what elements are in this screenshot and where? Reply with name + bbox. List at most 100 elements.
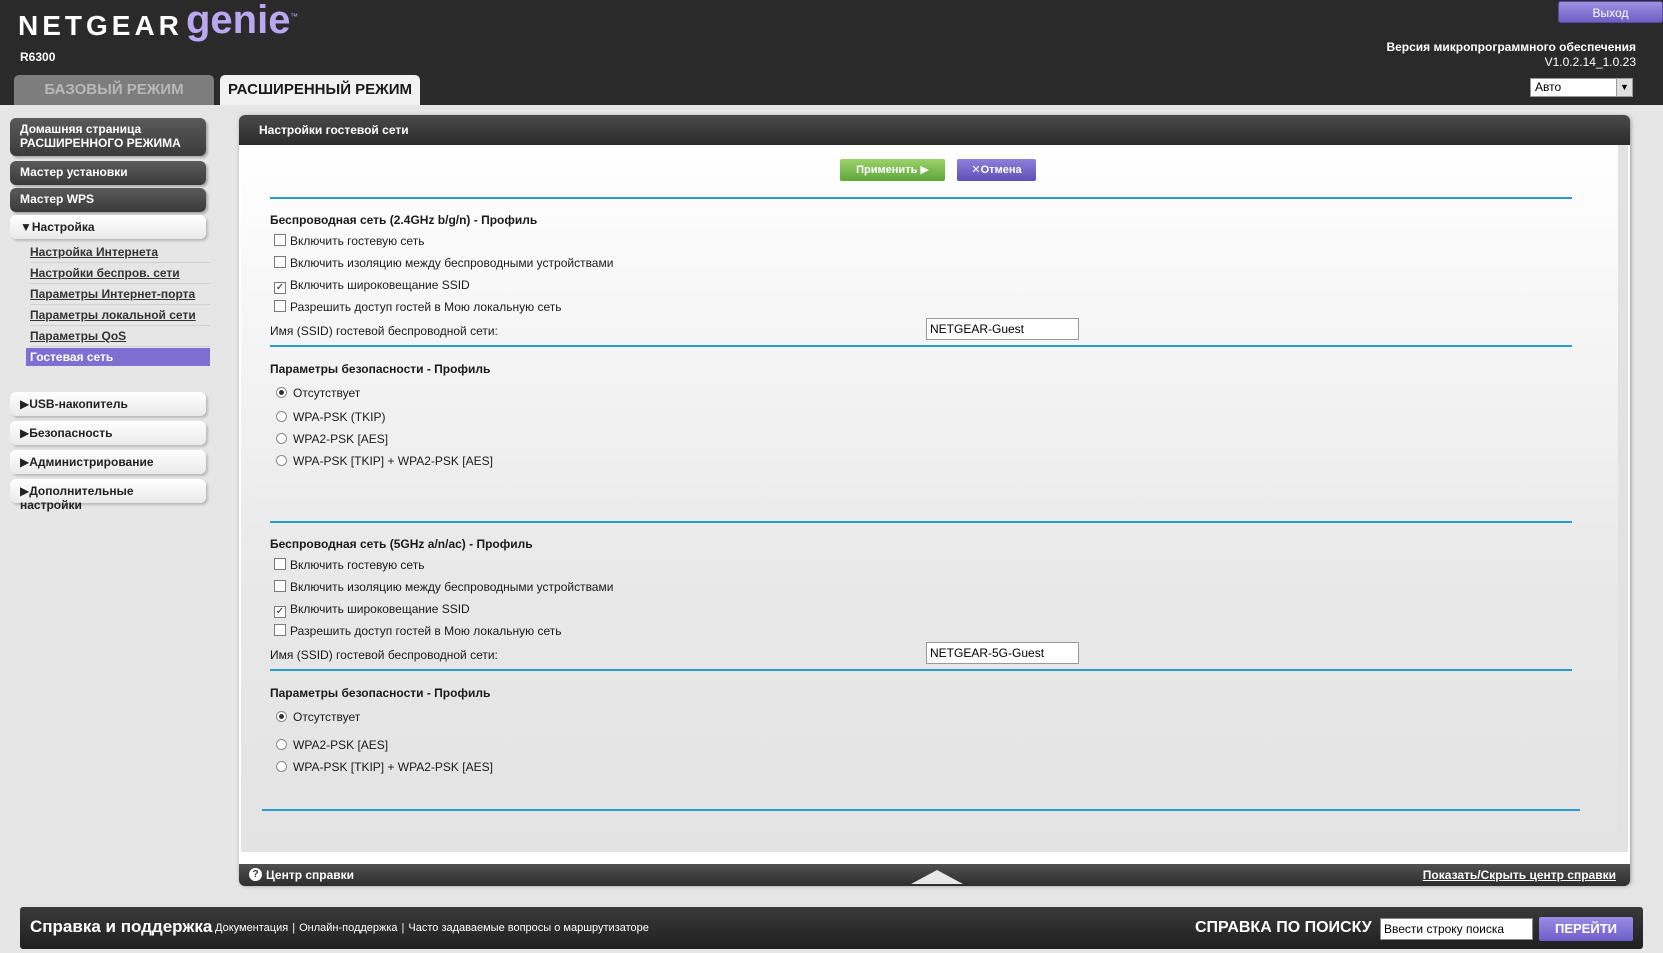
sidebar-item-security[interactable]: ▶Безопасность <box>10 421 206 445</box>
band24-security-title: Параметры безопасности - Профиль <box>270 362 491 376</box>
band5-security-none-row[interactable]: Отсутствует <box>276 710 360 726</box>
band5-isolation-row[interactable]: Включить изоляцию между беспроводными ус… <box>274 580 613 596</box>
band24-security-mixed-row[interactable]: WPA-PSK [TKIP] + WPA2-PSK [AES] <box>276 454 493 470</box>
sidebar-item-advanced-settings-label: Дополнительные настройки <box>20 484 134 512</box>
band5-security-wpa2-label: WPA2-PSK [AES] <box>293 738 389 752</box>
band5-local-access-checkbox[interactable] <box>274 624 286 636</box>
sidebar-item-qos[interactable]: Параметры QoS <box>30 326 210 347</box>
sidebar-item-usb[interactable]: ▶USB-накопитель <box>10 392 206 416</box>
band24-local-access-row[interactable]: Разрешить доступ гостей в Мою локальную … <box>274 300 562 316</box>
band5-enable-guest-row[interactable]: Включить гостевую сеть <box>274 558 424 574</box>
band24-ssid-broadcast-label: Включить широковещание SSID <box>290 278 470 292</box>
cancel-button[interactable]: ✕Отмена <box>957 159 1036 181</box>
sidebar-item-setup[interactable]: ▼Настройка <box>10 215 206 239</box>
sidebar-item-lan-settings[interactable]: Параметры локальной сети <box>30 305 210 326</box>
sidebar-item-internet-setup[interactable]: Настройка Интернета <box>30 242 210 263</box>
band24-ssid-broadcast-row[interactable]: ✓ Включить широковещание SSID <box>274 278 470 294</box>
language-select-value: Авто <box>1535 80 1562 94</box>
help-toggle-link[interactable]: Показать/Скрыть центр справки <box>1423 868 1616 882</box>
band24-ssid-broadcast-checkbox[interactable]: ✓ <box>274 282 286 294</box>
band24-ssid-input[interactable]: NETGEAR-Guest <box>926 318 1079 340</box>
sidebar-item-administration[interactable]: ▶Администрирование <box>10 450 206 474</box>
band5-enable-guest-checkbox[interactable] <box>274 558 286 570</box>
band24-security-none-row[interactable]: Отсутствует <box>276 386 360 402</box>
section-divider <box>270 197 1572 199</box>
panel-body: Применить ▶ ✕Отмена Беспроводная сеть (2… <box>241 145 1618 852</box>
band5-ssid-input[interactable]: NETGEAR-5G-Guest <box>926 642 1079 664</box>
section-divider <box>270 669 1572 671</box>
online-support-link[interactable]: Онлайн-поддержка <box>299 922 397 934</box>
apply-button[interactable]: Применить ▶ <box>840 159 945 181</box>
search-input[interactable]: Ввести строку поиска <box>1380 918 1533 940</box>
band24-isolation-row[interactable]: Включить изоляцию между беспроводными ус… <box>274 256 613 272</box>
sidebar-item-usb-label: USB-накопитель <box>29 397 128 411</box>
band24-isolation-checkbox[interactable] <box>274 256 286 268</box>
sidebar-item-wps-wizard[interactable]: Мастер WPS <box>10 188 206 212</box>
band24-local-access-label: Разрешить доступ гостей в Мою локальную … <box>290 300 562 314</box>
band5-ssid-broadcast-checkbox[interactable]: ✓ <box>274 606 286 618</box>
band5-security-wpa2-radio[interactable] <box>276 739 287 750</box>
band24-section-title: Беспроводная сеть (2.4GHz b/g/n) - Профи… <box>270 213 538 227</box>
checkbox-check-icon: ✓ <box>275 282 285 293</box>
search-go-button[interactable]: ПЕРЕЙТИ <box>1539 917 1633 941</box>
footer: Справка и поддержка Документация | Онлайн-… <box>20 907 1643 949</box>
faq-link[interactable]: Часто задаваемые вопросы о маршрутизатор… <box>408 922 649 934</box>
band24-enable-guest-checkbox[interactable] <box>274 234 286 246</box>
tab-advanced-mode[interactable]: РАСШИРЕННЫЙ РЕЖИМ <box>220 75 420 105</box>
trademark-symbol: ™ <box>290 12 298 21</box>
language-select[interactable]: Авто ▼ <box>1530 78 1633 97</box>
band5-enable-guest-label: Включить гостевую сеть <box>290 558 425 572</box>
band5-local-access-row[interactable]: Разрешить доступ гостей в Мою локальную … <box>274 624 562 640</box>
band5-security-mixed-radio[interactable] <box>276 761 287 772</box>
triangle-right-icon: ▶ <box>20 455 30 469</box>
band24-security-wpa2-row[interactable]: WPA2-PSK [AES] <box>276 432 388 448</box>
tab-basic-mode[interactable]: БАЗОВЫЙ РЕЖИМ <box>14 75 214 105</box>
band24-security-none-radio[interactable] <box>276 387 287 398</box>
documentation-link[interactable]: Документация <box>215 922 288 934</box>
band5-local-access-label: Разрешить доступ гостей в Мою локальную … <box>290 624 562 638</box>
band5-isolation-checkbox[interactable] <box>274 580 286 592</box>
band24-security-wpa2-radio[interactable] <box>276 433 287 444</box>
band24-enable-guest-row[interactable]: Включить гостевую сеть <box>274 234 424 250</box>
band24-security-wpa-row[interactable]: WPA-PSK (TKIP) <box>276 410 385 426</box>
triangle-down-icon[interactable]: ▼ <box>1616 79 1632 96</box>
genie-logo: genie <box>186 0 291 42</box>
sidebar-item-internet-port[interactable]: Параметры Интернет-порта <box>30 284 210 305</box>
section-divider <box>270 521 1572 523</box>
checkbox-check-icon: ✓ <box>275 606 285 617</box>
panel-scrollbar[interactable] <box>1618 145 1628 852</box>
triangle-down-icon: ▼ <box>20 220 32 234</box>
chevron-up-icon[interactable] <box>911 870 963 884</box>
band5-ssid-broadcast-label: Включить широковещание SSID <box>290 602 470 616</box>
logout-button[interactable]: Выход <box>1558 1 1663 23</box>
band5-security-wpa2-row[interactable]: WPA2-PSK [AES] <box>276 738 388 754</box>
sidebar: Домашняя страница РАСШИРЕННОГО РЕЖИМА Ма… <box>0 105 225 900</box>
sidebar-item-setup-wizard[interactable]: Мастер установки <box>10 161 206 185</box>
help-center-label: Центр справки <box>266 868 355 882</box>
sidebar-item-guest-network[interactable]: Гостевая сеть <box>26 348 210 366</box>
firmware-version: V1.0.2.14_1.0.23 <box>1544 55 1636 69</box>
band24-security-wpa-radio[interactable] <box>276 411 287 422</box>
sidebar-item-administration-label: Администрирование <box>29 455 154 469</box>
link-divider: | <box>401 922 405 934</box>
sidebar-item-wireless-settings[interactable]: Настройки беспров. сети <box>30 263 210 284</box>
netgear-logo: NETGEAR <box>18 10 183 41</box>
band24-local-access-checkbox[interactable] <box>274 300 286 312</box>
firmware-label: Версия микропрограммного обеспечения <box>1386 40 1636 54</box>
search-help-label: СПРАВКА ПО ПОИСКУ <box>1195 919 1372 936</box>
page-title: Настройки гостевой сети <box>239 115 1630 145</box>
sidebar-item-setup-label: Настройка <box>31 220 95 234</box>
sidebar-item-advanced-home[interactable]: Домашняя страница РАСШИРЕННОГО РЕЖИМА <box>10 118 206 156</box>
band24-security-wpa-label: WPA-PSK (TKIP) <box>293 410 386 424</box>
triangle-right-icon: ▶ <box>20 484 30 498</box>
band5-ssid-broadcast-row[interactable]: ✓ Включить широковещание SSID <box>274 602 470 618</box>
band24-security-none-label: Отсутствует <box>293 386 361 400</box>
triangle-right-icon: ▶ <box>20 397 30 411</box>
band5-isolation-label: Включить изоляцию между беспроводными ус… <box>290 580 614 594</box>
band24-security-mixed-radio[interactable] <box>276 455 287 466</box>
section-divider <box>262 809 1580 811</box>
question-circle-icon: ? <box>249 868 262 881</box>
sidebar-item-advanced-settings[interactable]: ▶Дополнительные настройки <box>10 479 206 512</box>
band5-security-mixed-row[interactable]: WPA-PSK [TKIP] + WPA2-PSK [AES] <box>276 760 493 776</box>
band5-security-none-radio[interactable] <box>276 711 287 722</box>
